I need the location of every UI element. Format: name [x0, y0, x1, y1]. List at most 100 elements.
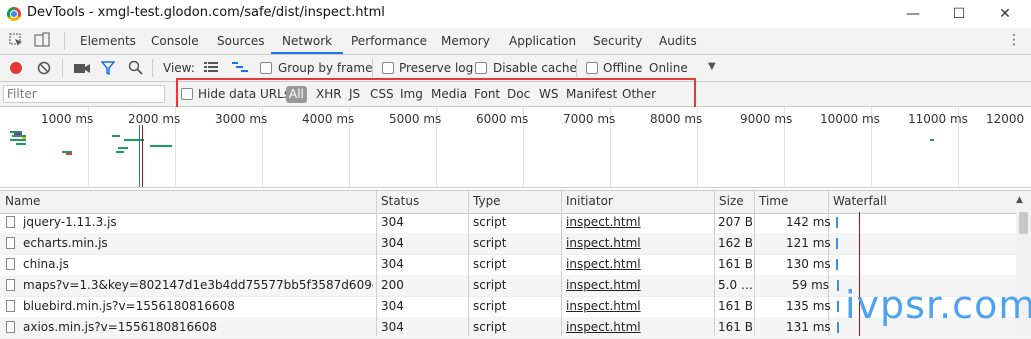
- request-initiator-link[interactable]: inspect.html: [566, 215, 641, 229]
- tick-label: 1000 ms: [41, 112, 94, 126]
- tick-label: 3000 ms: [215, 112, 268, 126]
- request-time: 59 ms: [792, 278, 830, 292]
- toolbar-separator: [152, 59, 153, 77]
- offline-checkbox[interactable]: [586, 62, 598, 74]
- waterfall-bar: [836, 217, 838, 228]
- tick-label: 4000 ms: [302, 112, 355, 126]
- tick-label: 2000 ms: [128, 112, 181, 126]
- request-status: 304: [381, 236, 404, 250]
- column-divider: [754, 190, 755, 336]
- file-icon: [6, 321, 15, 333]
- request-initiator-link[interactable]: inspect.html: [566, 236, 641, 250]
- column-header-status[interactable]: Status: [381, 194, 419, 208]
- throttling-select[interactable]: Online: [649, 61, 688, 75]
- large-rows-icon[interactable]: [204, 61, 218, 74]
- request-name[interactable]: maps?v=1.3&key=802147d1e3b4dd75577bb5f35…: [23, 278, 373, 292]
- group-by-frame-label: Group by frame: [278, 61, 373, 75]
- column-header-time[interactable]: Time: [759, 194, 788, 208]
- column-header-waterfall[interactable]: Waterfall: [833, 194, 887, 208]
- tab-console[interactable]: Console: [151, 28, 199, 54]
- scrollbar-thumb[interactable]: [1019, 212, 1028, 234]
- chrome-logo-icon: [7, 7, 21, 21]
- minimize-button[interactable]: —: [898, 4, 928, 24]
- more-menu-icon[interactable]: ⋮: [1007, 32, 1021, 50]
- tick-label: 6000 ms: [476, 112, 529, 126]
- request-status: 304: [381, 257, 404, 271]
- request-name[interactable]: axios.min.js?v=1556180816608: [23, 320, 373, 334]
- tick-label: 11000 ms: [908, 112, 968, 126]
- request-name[interactable]: china.js: [23, 257, 373, 271]
- clear-icon[interactable]: [37, 61, 51, 75]
- file-icon: [6, 258, 15, 270]
- tick-label: 8000 ms: [650, 112, 703, 126]
- tab-elements[interactable]: Elements: [80, 28, 136, 54]
- waterfall-bar: [836, 259, 838, 270]
- request-initiator-link[interactable]: inspect.html: [566, 320, 641, 334]
- request-size: 161 B: [718, 257, 752, 271]
- request-initiator-link[interactable]: inspect.html: [566, 299, 641, 313]
- close-button[interactable]: ✕: [990, 4, 1020, 24]
- request-time: 131 ms: [786, 320, 831, 334]
- tick-label: 12000: [986, 112, 1025, 126]
- request-type: script: [473, 278, 507, 292]
- column-divider: [561, 190, 562, 336]
- file-icon: [6, 300, 15, 312]
- request-size: 161 B: [718, 299, 752, 313]
- column-divider: [376, 190, 377, 336]
- preserve-log-label: Preserve log: [399, 61, 474, 75]
- filter-input[interactable]: [3, 85, 165, 103]
- toolbar-separator: [62, 59, 63, 77]
- request-name[interactable]: bluebird.min.js?v=1556180816608: [23, 299, 373, 313]
- tab-audits[interactable]: Audits: [659, 28, 697, 54]
- device-toolbar-icon[interactable]: [34, 32, 50, 48]
- waterfall-overview-icon[interactable]: [232, 61, 248, 74]
- record-button[interactable]: [10, 62, 22, 74]
- request-type: script: [473, 299, 507, 313]
- request-size: 162 B: [718, 236, 752, 250]
- request-type: script: [473, 215, 507, 229]
- file-icon: [6, 216, 15, 228]
- tick-label: 7000 ms: [563, 112, 616, 126]
- column-header-name[interactable]: Name: [5, 194, 40, 208]
- column-divider: [468, 190, 469, 336]
- tab-network[interactable]: Network: [271, 28, 344, 54]
- tab-sources[interactable]: Sources: [217, 28, 264, 54]
- tab-performance[interactable]: Performance: [351, 28, 427, 54]
- inspect-element-icon[interactable]: [9, 33, 23, 47]
- request-type: script: [473, 236, 507, 250]
- request-initiator-link[interactable]: inspect.html: [566, 257, 641, 271]
- waterfall-bar: [836, 238, 838, 249]
- maximize-button[interactable]: ☐: [944, 4, 974, 24]
- preserve-log-checkbox[interactable]: [382, 62, 394, 74]
- request-status: 200: [381, 278, 404, 292]
- filter-funnel-icon[interactable]: [100, 61, 116, 76]
- search-icon[interactable]: [128, 60, 143, 75]
- file-icon: [6, 237, 15, 249]
- screenshot-camera-icon[interactable]: [74, 62, 90, 74]
- request-name[interactable]: echarts.min.js: [23, 236, 373, 250]
- file-icon: [6, 279, 15, 291]
- request-name[interactable]: jquery-1.11.3.js: [23, 215, 373, 229]
- column-header-type[interactable]: Type: [473, 194, 501, 208]
- request-status: 304: [381, 320, 404, 334]
- disable-cache-checkbox[interactable]: [475, 62, 487, 74]
- request-size: 5.0 …: [718, 278, 752, 292]
- tab-security[interactable]: Security: [593, 28, 642, 54]
- tab-application[interactable]: Application: [509, 28, 576, 54]
- column-header-initiator[interactable]: Initiator: [566, 194, 613, 208]
- request-time: 142 ms: [786, 215, 831, 229]
- request-type: script: [473, 320, 507, 334]
- waterfall-bar: [837, 280, 839, 291]
- request-size: 161 B: [718, 320, 752, 334]
- group-by-frame-checkbox[interactable]: [260, 62, 272, 74]
- request-initiator-link[interactable]: inspect.html: [566, 278, 641, 292]
- sort-triangle-icon: ▲: [1016, 195, 1023, 205]
- chevron-down-icon[interactable]: ▼: [708, 61, 716, 72]
- column-header-size[interactable]: Size: [719, 194, 744, 208]
- request-status: 304: [381, 215, 404, 229]
- waterfall-bar: [837, 301, 839, 312]
- column-divider: [714, 190, 715, 336]
- request-time: 121 ms: [786, 236, 831, 250]
- overview-request-bars: [10, 125, 934, 187]
- tab-memory[interactable]: Memory: [441, 28, 490, 54]
